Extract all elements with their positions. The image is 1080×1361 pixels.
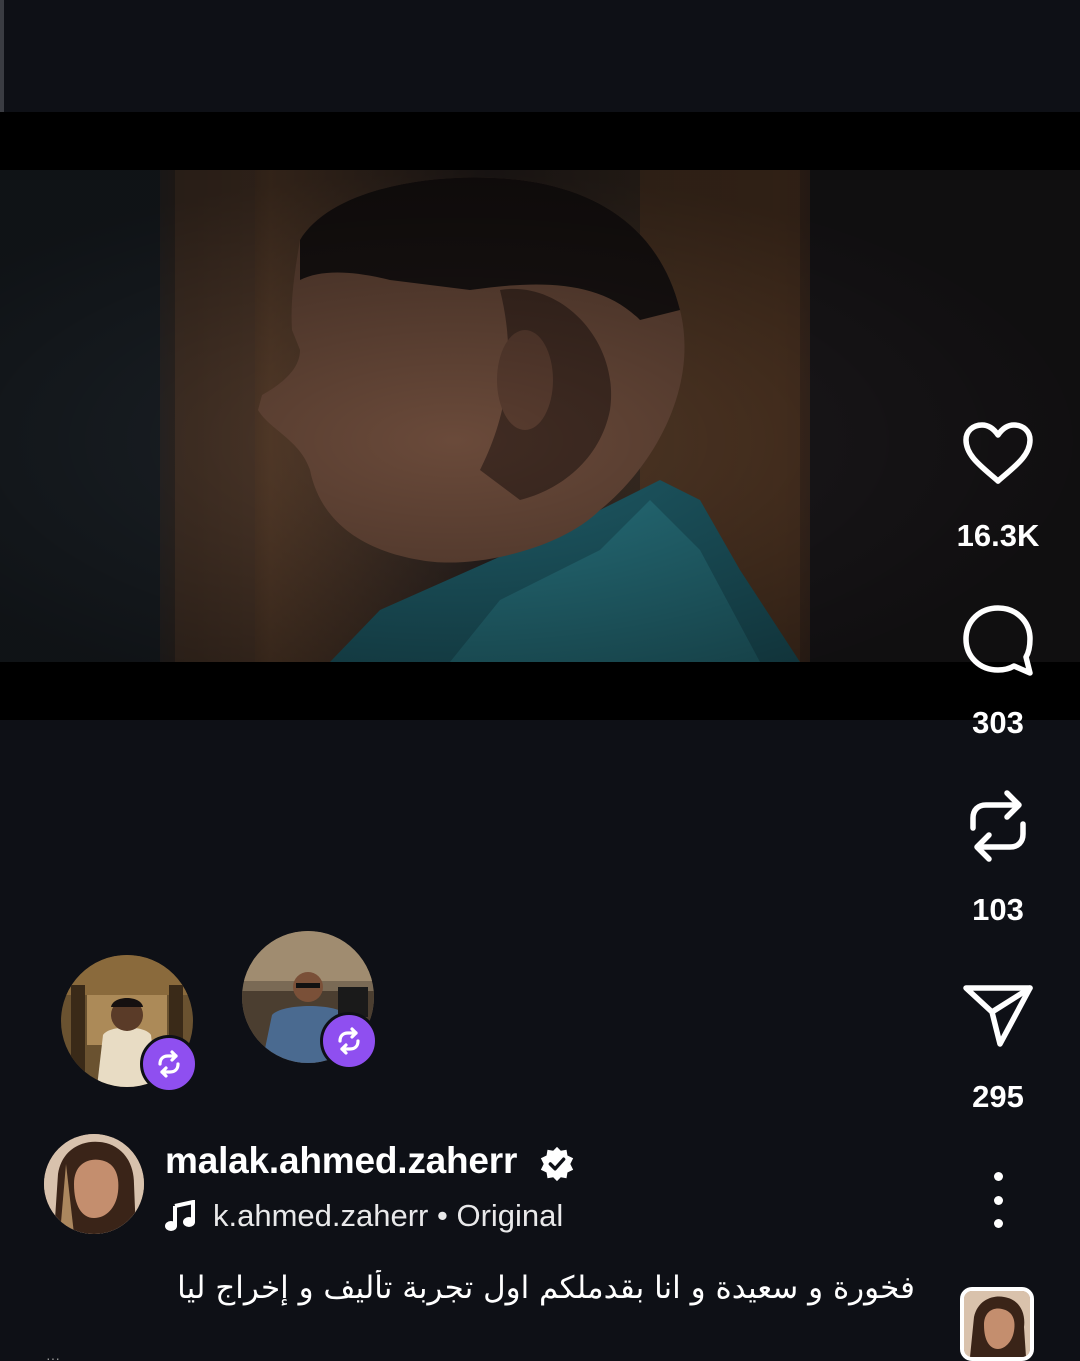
collaborator-badge-2 [320,1012,378,1070]
video-vignette [0,170,1080,662]
more-vertical-icon-dot [993,1195,1003,1205]
music-note-icon [165,1200,195,1231]
comment-count: 303 [972,705,1024,740]
repost-badge-icon [158,1050,180,1078]
heart-icon [963,422,1033,484]
audio-thumbnail[interactable] [960,1287,1034,1361]
author-photo [44,1134,144,1234]
author-avatar[interactable] [44,1134,144,1234]
repost-badge-icon [338,1027,360,1055]
share-count: 295 [972,1079,1024,1114]
repost-icon [970,790,1026,862]
author-username[interactable]: malak.ahmed.zaherr [165,1140,517,1182]
repost-count: 103 [972,892,1024,927]
status-edge [0,0,4,112]
verified-badge-icon [540,1146,574,1182]
more-vertical-icon-dot [993,1219,1003,1228]
video-frame[interactable] [0,170,1080,662]
collaborator-badge-1 [140,1035,198,1093]
share-button[interactable] [958,980,1038,1050]
reel-screen: 16.3K 303 103 295 malak.ahmed.zaherr k.a… [0,0,1080,1361]
caption-more-indicator: ··· [46,1350,60,1361]
comment-button[interactable] [958,602,1038,678]
repost-button[interactable] [958,788,1038,864]
more-options-button[interactable] [976,1172,1020,1228]
audio-label: k.ahmed.zaherr • Original audio [213,1198,567,1233]
post-caption[interactable]: فخورة و سعيدة و انا بقدملكم اول تجربة تأ… [100,1270,915,1306]
video-player[interactable] [0,112,1080,720]
like-button[interactable] [958,418,1038,488]
paper-plane-icon [963,985,1033,1047]
audio-link[interactable]: k.ahmed.zaherr • Original audio [165,1196,567,1236]
like-count: 16.3K [956,518,1040,553]
audio-thumbnail-photo [964,1291,1030,1357]
comment-bubble-icon [963,605,1033,676]
more-vertical-icon [993,1172,1003,1181]
